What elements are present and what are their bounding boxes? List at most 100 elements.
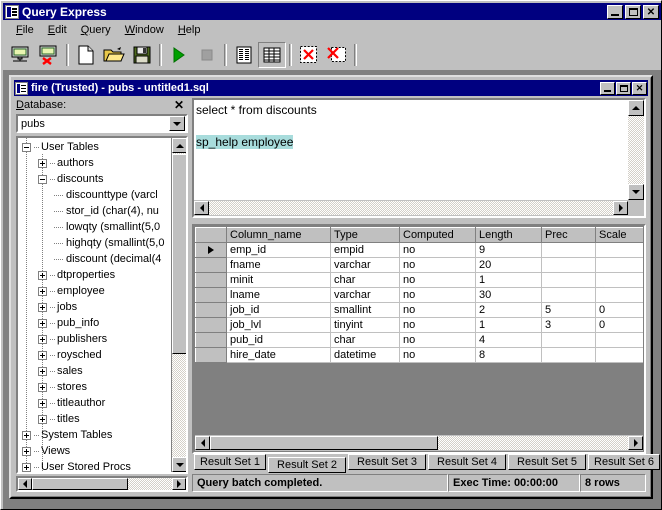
- tree-node[interactable]: employee: [18, 283, 171, 299]
- editor-line[interactable]: select * from discounts: [196, 102, 628, 118]
- grid-cell[interactable]: no: [399, 272, 476, 288]
- grid-row-selector[interactable]: [195, 332, 227, 348]
- clear-results-icon[interactable]: [323, 42, 351, 68]
- table-row[interactable]: minitcharno1yes: [195, 272, 643, 288]
- tree-expand-icon[interactable]: [38, 334, 47, 344]
- grid-row-selector[interactable]: [195, 242, 227, 258]
- minimize-button[interactable]: [607, 4, 623, 19]
- new-file-icon[interactable]: [72, 42, 100, 68]
- grid-cell[interactable]: lname: [226, 287, 331, 303]
- tree-vertical-scrollbar[interactable]: [171, 138, 186, 472]
- grid-cell[interactable]: char: [330, 272, 400, 288]
- chevron-down-icon[interactable]: [169, 116, 185, 131]
- grid-cell[interactable]: no: [399, 347, 476, 363]
- menu-help[interactable]: Help: [171, 22, 208, 38]
- tree-node[interactable]: authors: [18, 155, 171, 171]
- tree-expand-icon[interactable]: [38, 302, 47, 312]
- grid-cell[interactable]: char: [330, 332, 400, 348]
- tree-node[interactable]: publishers: [18, 331, 171, 347]
- grid-cell[interactable]: job_id: [226, 302, 331, 318]
- grid-cell[interactable]: empid: [330, 242, 400, 258]
- grid-cell[interactable]: 4: [475, 332, 542, 348]
- grid-column-header[interactable]: Prec: [541, 227, 596, 243]
- tree-node[interactable]: discounttype (varcl: [18, 187, 171, 203]
- tree-node[interactable]: discount (decimal(4: [18, 251, 171, 267]
- tree-node[interactable]: jobs: [18, 299, 171, 315]
- grid-cell[interactable]: no: [399, 302, 476, 318]
- grid-cell[interactable]: [541, 347, 596, 363]
- editor-line[interactable]: [196, 118, 628, 134]
- child-maximize-button[interactable]: [616, 81, 631, 95]
- tree-expand-icon[interactable]: [22, 446, 31, 456]
- grid-cell[interactable]: [541, 242, 596, 258]
- grid-column-header[interactable]: Type: [330, 227, 400, 243]
- grid-cell[interactable]: [595, 242, 643, 258]
- grid-cell[interactable]: 1: [475, 272, 542, 288]
- tree-expand-icon[interactable]: [22, 430, 31, 440]
- result-set-tab[interactable]: Result Set 2: [268, 457, 346, 473]
- grid-horizontal-scrollbar[interactable]: [195, 435, 643, 451]
- grid-column-header[interactable]: Length: [475, 227, 542, 243]
- grid-cell[interactable]: [595, 347, 643, 363]
- grid-cell[interactable]: no: [399, 257, 476, 273]
- grid-row-selector[interactable]: [195, 347, 227, 363]
- menu-edit[interactable]: Edit: [41, 22, 74, 38]
- save-disk-icon[interactable]: [128, 42, 156, 68]
- execute-play-icon[interactable]: [165, 42, 193, 68]
- grid-cell[interactable]: datetime: [330, 347, 400, 363]
- tree-node[interactable]: Views: [18, 443, 171, 459]
- grid-cell[interactable]: 20: [475, 257, 542, 273]
- tree-scroll-right-button[interactable]: [172, 478, 186, 490]
- tree-node[interactable]: highqty (smallint(5,0: [18, 235, 171, 251]
- table-row[interactable]: emp_idempidno9no: [195, 242, 643, 258]
- grid-row-selector[interactable]: [195, 257, 227, 273]
- tree-node[interactable]: System Tables: [18, 427, 171, 443]
- grid-row-selector[interactable]: [195, 272, 227, 288]
- results-grid-table[interactable]: Column_nameTypeComputedLengthPrecScaleNu…: [195, 227, 643, 363]
- grid-cell[interactable]: no: [399, 332, 476, 348]
- grid-cell[interactable]: 0: [595, 317, 643, 333]
- tree-node[interactable]: discounts: [18, 171, 171, 187]
- tree-expand-icon[interactable]: [38, 318, 47, 328]
- grid-hscroll-thumb[interactable]: [210, 436, 438, 450]
- sql-editor[interactable]: select * from discounts sp_help employee: [194, 100, 628, 200]
- grid-rowheader-corner[interactable]: [195, 227, 227, 243]
- disconnect-icon[interactable]: [35, 42, 63, 68]
- grid-cell[interactable]: no: [399, 287, 476, 303]
- tree-node[interactable]: titles: [18, 411, 171, 427]
- grid-cell[interactable]: [541, 272, 596, 288]
- grid-cell[interactable]: [595, 257, 643, 273]
- grid-cell[interactable]: 0: [595, 302, 643, 318]
- grid-row-selector[interactable]: [195, 302, 227, 318]
- tree-node[interactable]: User Tables: [18, 139, 171, 155]
- grid-column-header[interactable]: Computed: [399, 227, 476, 243]
- table-row[interactable]: pub_idcharno4no: [195, 332, 643, 348]
- grid-cell[interactable]: no: [399, 317, 476, 333]
- grid-cell[interactable]: varchar: [330, 287, 400, 303]
- maximize-button[interactable]: [625, 4, 641, 19]
- grid-scroll-left-button[interactable]: [195, 436, 210, 450]
- stop-icon[interactable]: [193, 42, 221, 68]
- grid-cell[interactable]: emp_id: [226, 242, 331, 258]
- results-text-icon[interactable]: [230, 42, 258, 68]
- editor-line[interactable]: sp_help employee: [196, 134, 628, 150]
- menu-file[interactable]: File: [9, 22, 41, 38]
- child-minimize-button[interactable]: [600, 81, 615, 95]
- results-grid-icon[interactable]: [258, 41, 286, 68]
- grid-cell[interactable]: smallint: [330, 302, 400, 318]
- grid-row-selector[interactable]: [195, 317, 227, 333]
- object-tree[interactable]: User Tables authors discounts discounttype …: [18, 138, 171, 472]
- grid-cell[interactable]: [541, 332, 596, 348]
- connect-icon[interactable]: [7, 42, 35, 68]
- grid-cell[interactable]: hire_date: [226, 347, 331, 363]
- result-set-tab[interactable]: Result Set 1: [194, 454, 266, 470]
- grid-cell[interactable]: job_lvl: [226, 317, 331, 333]
- grid-cell[interactable]: [541, 287, 596, 303]
- editor-scroll-right-button[interactable]: [613, 201, 628, 215]
- table-row[interactable]: job_idsmallintno250no: [195, 302, 643, 318]
- grid-cell[interactable]: 2: [475, 302, 542, 318]
- tree-scroll-up-button[interactable]: [172, 138, 186, 153]
- grid-cell[interactable]: 1: [475, 317, 542, 333]
- tree-expand-icon[interactable]: [38, 366, 47, 376]
- tree-expand-icon[interactable]: [38, 398, 47, 408]
